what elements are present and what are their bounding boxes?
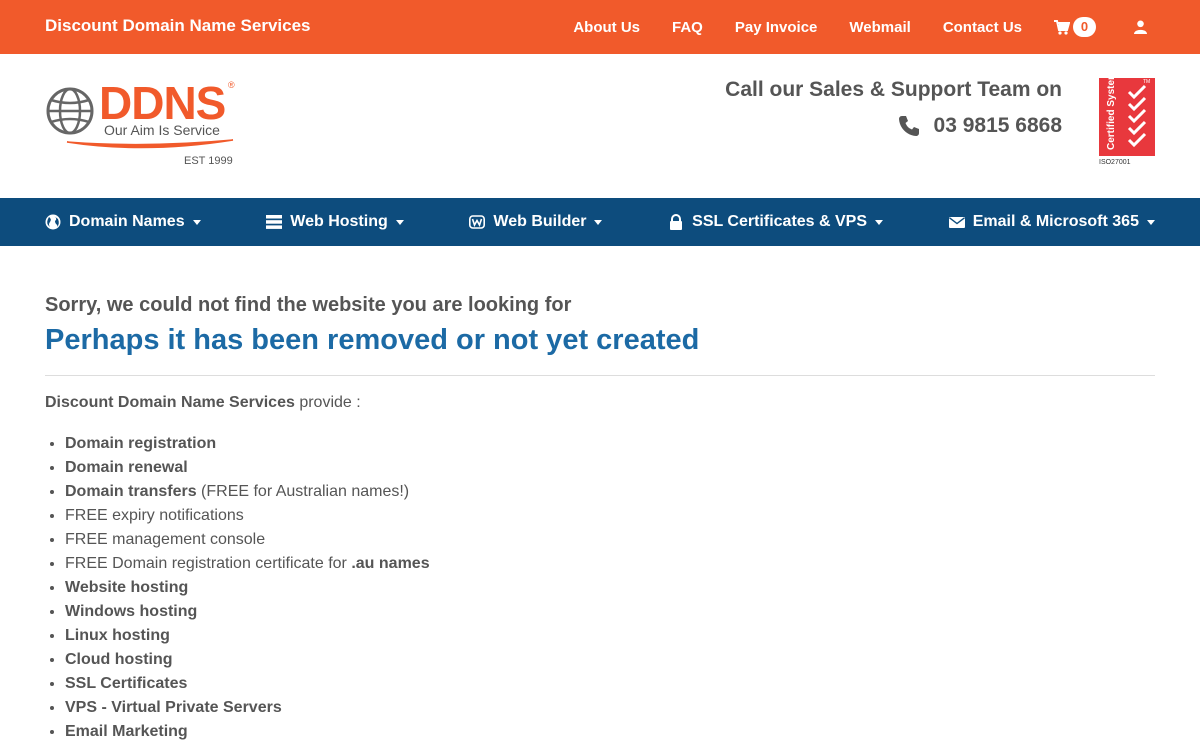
user-icon [1134, 20, 1147, 34]
divider [45, 375, 1155, 376]
service-name-bold: Email Marketing [65, 723, 188, 740]
intro-company-name: Discount Domain Name Services [45, 394, 295, 411]
top-nav: About Us FAQ Pay Invoice Webmail Contact… [573, 0, 1200, 54]
service-name-bold: Linux hosting [65, 627, 170, 644]
list-item: FREE expiry notifications [65, 504, 430, 528]
site-brand-link[interactable]: Discount Domain Name Services [45, 16, 310, 36]
envelope-icon [948, 217, 965, 228]
site-header: DDNS ® Our Aim Is Service EST 1999 Call … [0, 54, 1200, 198]
call-label: Call our Sales & Support Team on [725, 78, 1062, 101]
globe-icon [45, 214, 61, 230]
logo-established: EST 1999 [184, 155, 233, 167]
caret-down-icon [395, 220, 404, 225]
error-subheading: Sorry, we could not find the website you… [45, 294, 572, 316]
service-name-bold: Domain transfers [65, 483, 197, 500]
webmail-link[interactable]: Webmail [849, 19, 910, 36]
service-name-bold: Website hosting [65, 579, 189, 596]
nav-web-builder-label: Web Builder [493, 213, 587, 230]
shopping-cart-icon [1054, 19, 1070, 35]
main-nav: Domain Names Web Hosting Web Builder SSL… [0, 198, 1200, 246]
cert-tm: TM [1143, 79, 1150, 85]
pay-invoice-link[interactable]: Pay Invoice [735, 19, 818, 36]
list-item: Website hosting [65, 576, 430, 600]
service-name-bold: Domain registration [65, 435, 217, 452]
contact-us-link[interactable]: Contact Us [943, 19, 1022, 36]
about-us-link[interactable]: About Us [573, 19, 640, 36]
list-item: VPS - Virtual Private Servers [65, 696, 430, 720]
nav-web-hosting[interactable]: Web Hosting [266, 213, 404, 231]
cart-count-badge: 0 [1073, 17, 1096, 37]
error-heading: Perhaps it has been removed or not yet c… [45, 324, 700, 356]
nav-ssl-vps[interactable]: SSL Certificates & VPS [668, 213, 884, 231]
nav-web-hosting-label: Web Hosting [290, 213, 388, 230]
service-name-bold: SSL Certificates [65, 675, 188, 692]
caret-down-icon [192, 220, 201, 225]
logo-wordmark: DDNS [99, 77, 226, 129]
service-name-bold: .au names [351, 555, 430, 572]
caret-down-icon [1146, 220, 1155, 225]
nav-ssl-vps-label: SSL Certificates & VPS [692, 213, 868, 230]
phone-icon [898, 116, 919, 136]
top-bar: Discount Domain Name Services About Us F… [0, 0, 1200, 54]
lock-icon [670, 214, 683, 230]
list-item: Windows hosting [65, 600, 430, 624]
nav-email-microsoft-label: Email & Microsoft 365 [972, 213, 1139, 230]
service-detail: FREE management console [65, 531, 266, 548]
list-item: Linux hosting [65, 624, 430, 648]
caret-down-icon [875, 220, 884, 225]
nav-email-microsoft[interactable]: Email & Microsoft 365 [948, 213, 1155, 231]
list-item: FREE management console [65, 528, 430, 552]
service-name-bold: Domain renewal [65, 459, 188, 476]
faq-link[interactable]: FAQ [672, 19, 703, 36]
service-detail: FREE Domain registration certificate for [65, 555, 352, 572]
services-intro: Discount Domain Name Services provide : [45, 394, 361, 412]
service-name-bold: VPS - Virtual Private Servers [65, 699, 282, 716]
phone-number-text: 03 9815 6868 [933, 114, 1062, 137]
list-item: Domain renewal [65, 456, 430, 480]
list-item: FREE Domain registration certificate for… [65, 552, 430, 576]
list-item: Domain transfers (FREE for Australian na… [65, 480, 430, 504]
cart-button[interactable]: 0 [1054, 17, 1096, 37]
cert-text: Certified System [1106, 78, 1117, 150]
service-name-bold: Windows hosting [65, 603, 198, 620]
nav-web-builder[interactable]: Web Builder [469, 213, 603, 231]
cert-code: ISO27001 [1099, 159, 1131, 166]
globe-logo-icon [46, 87, 94, 135]
list-item: Domain registration [65, 432, 430, 456]
iso-certified-badge: Certified System ISO27001 TM [1099, 78, 1155, 166]
list-item: Email Marketing [65, 720, 430, 744]
service-detail: (FREE for Australian names!) [196, 483, 410, 500]
account-button[interactable] [1134, 20, 1147, 34]
caret-down-icon [594, 220, 603, 225]
intro-provide-text: provide : [294, 394, 361, 411]
nav-domain-names-label: Domain Names [69, 213, 185, 230]
ddns-logo[interactable]: DDNS ® Our Aim Is Service EST 1999 [45, 77, 245, 172]
list-item: SSL Certificates [65, 672, 430, 696]
service-name-bold: Cloud hosting [65, 651, 173, 668]
phone-number[interactable]: 03 9815 6868 [725, 114, 1062, 138]
contact-info: Call our Sales & Support Team on 03 9815… [725, 78, 1062, 138]
nav-domain-names[interactable]: Domain Names [45, 213, 201, 231]
services-list: Domain registration Domain renewal Domain … [65, 432, 430, 744]
logo-swoosh [66, 139, 234, 149]
logo-tagline: Our Aim Is Service [104, 122, 220, 138]
logo-registered-mark: ® [228, 80, 235, 90]
server-icon [266, 215, 283, 229]
service-detail: FREE expiry notifications [65, 507, 244, 524]
list-item: Cloud hosting [65, 648, 430, 672]
web-builder-icon [469, 215, 486, 229]
